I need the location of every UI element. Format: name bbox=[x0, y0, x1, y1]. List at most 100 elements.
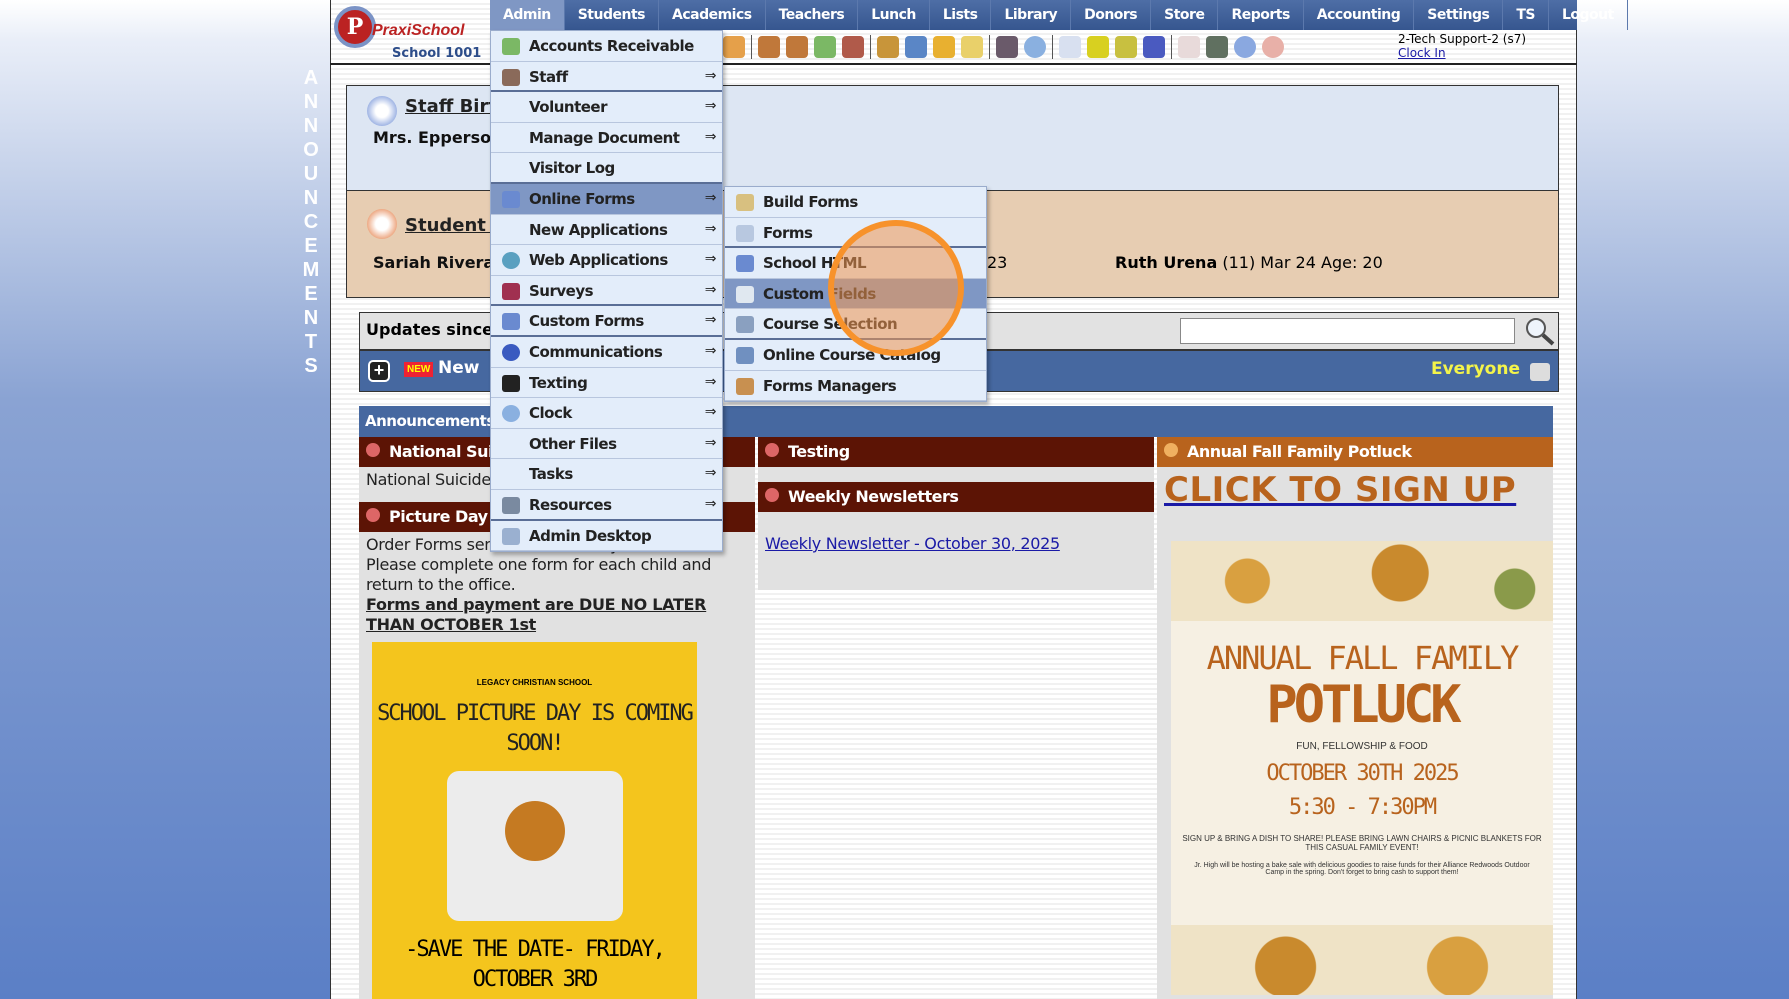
printer-icon[interactable] bbox=[1115, 36, 1137, 58]
list-icon bbox=[736, 316, 754, 334]
vertical-letter: A bbox=[303, 67, 319, 89]
audience-filter[interactable]: Everyone bbox=[1431, 359, 1520, 379]
teacher-icon[interactable] bbox=[996, 36, 1018, 58]
menu-item-new-applications[interactable]: New Applications ⇒ bbox=[491, 215, 722, 246]
bell-icon[interactable] bbox=[933, 36, 955, 58]
leaves-decoration bbox=[1171, 925, 1553, 995]
menu-item-build-forms[interactable]: Build Forms bbox=[725, 187, 986, 218]
menu-item-label: Web Applications bbox=[529, 251, 668, 270]
cash-register-icon[interactable] bbox=[1206, 36, 1228, 58]
nav-tab-ts[interactable]: TS bbox=[1503, 0, 1549, 30]
menu-item-admin-desktop[interactable]: Admin Desktop bbox=[491, 521, 722, 552]
menu-item-label: Custom Forms bbox=[529, 312, 644, 331]
add-staff-icon[interactable] bbox=[758, 36, 780, 58]
menu-item-texting[interactable]: Texting ⇒ bbox=[491, 368, 722, 399]
nav-tab-library[interactable]: Library bbox=[991, 0, 1072, 30]
pdf-icon[interactable] bbox=[1178, 36, 1200, 58]
menu-item-resources[interactable]: Resources ⇒ bbox=[491, 490, 722, 521]
menu-item-visitor-log[interactable]: Visitor Log bbox=[491, 153, 722, 184]
staff-birthday-icon bbox=[367, 96, 397, 126]
menu-item-clock[interactable]: Clock ⇒ bbox=[491, 398, 722, 429]
note-export-icon[interactable] bbox=[961, 36, 983, 58]
announcement-header-weekly-newsletters[interactable]: Weekly Newsletters bbox=[758, 482, 1154, 512]
toolbar bbox=[723, 32, 1284, 62]
vertical-letter: T bbox=[304, 331, 318, 353]
announcement-header-testing[interactable]: Testing bbox=[758, 437, 1154, 467]
nav-tab-teachers[interactable]: Teachers bbox=[766, 0, 859, 30]
poster-date: OCTOBER 30TH 2025 bbox=[1266, 761, 1459, 786]
announcement-body bbox=[758, 467, 1154, 482]
search-input[interactable] bbox=[1180, 318, 1515, 344]
alert-icon[interactable] bbox=[1262, 36, 1284, 58]
nav-tab-lists[interactable]: Lists bbox=[930, 0, 992, 30]
toolbar-separator bbox=[870, 35, 871, 59]
money-icon[interactable] bbox=[814, 36, 836, 58]
nav-tab-admin[interactable]: Admin bbox=[490, 0, 565, 30]
vertical-letter: N bbox=[303, 307, 319, 329]
nav-tab-donors[interactable]: Donors bbox=[1071, 0, 1152, 30]
menu-item-online-course-catalog[interactable]: Online Course Catalog bbox=[725, 340, 986, 371]
clock-in-link[interactable]: Clock In bbox=[1398, 46, 1526, 60]
vertical-letter: S bbox=[304, 355, 318, 377]
vertical-letter: N bbox=[303, 187, 319, 209]
nav-tab-settings[interactable]: Settings bbox=[1414, 0, 1504, 30]
calculator-icon[interactable] bbox=[1059, 36, 1081, 58]
announcement-header-potluck[interactable]: Annual Fall Family Potluck bbox=[1157, 437, 1553, 467]
menu-item-web-applications[interactable]: Web Applications ⇒ bbox=[491, 245, 722, 276]
menu-item-online-forms[interactable]: Online Forms ⇒ bbox=[491, 183, 722, 215]
submenu-arrow-icon: ⇒ bbox=[704, 128, 717, 145]
add-icon[interactable]: + bbox=[368, 360, 390, 382]
alarm-clock-icon[interactable] bbox=[1024, 36, 1046, 58]
help-icon[interactable] bbox=[1234, 36, 1256, 58]
nav-tab-students[interactable]: Students bbox=[565, 0, 659, 30]
desktop-icon bbox=[502, 527, 520, 545]
menu-item-forms-managers[interactable]: Forms Managers bbox=[725, 371, 986, 402]
menu-item-manage-document[interactable]: Manage Document ⇒ bbox=[491, 123, 722, 154]
menu-item-label: Manage Document bbox=[529, 128, 680, 147]
poster-title: ANNUAL FALL FAMILY bbox=[1206, 639, 1520, 677]
menu-item-label: Volunteer bbox=[529, 98, 608, 117]
newsletter-link[interactable]: Weekly Newsletter - October 30, 2025 bbox=[765, 534, 1060, 553]
menu-item-surveys[interactable]: Surveys ⇒ bbox=[491, 276, 722, 307]
custom-fields-icon bbox=[736, 285, 754, 303]
submenu-arrow-icon: ⇒ bbox=[704, 373, 717, 390]
megaphone-icon[interactable] bbox=[723, 36, 745, 58]
submenu-arrow-icon: ⇒ bbox=[704, 98, 717, 115]
search-icon[interactable] bbox=[1522, 315, 1556, 347]
menu-item-other-files[interactable]: Other Files ⇒ bbox=[491, 429, 722, 460]
praxischool-logo[interactable]: P PraxiSchool School 1001 bbox=[334, 6, 484, 62]
nav-tab-academics[interactable]: Academics bbox=[659, 0, 766, 30]
print-icon[interactable] bbox=[1530, 363, 1550, 381]
announcement-title: Annual Fall Family Potluck bbox=[1187, 442, 1412, 461]
menu-item-tasks[interactable]: Tasks ⇒ bbox=[491, 459, 722, 490]
lunch-icon[interactable] bbox=[877, 36, 899, 58]
new-label[interactable]: New bbox=[438, 358, 479, 378]
nav-tab-logout[interactable]: Logout bbox=[1549, 0, 1628, 30]
menu-item-accounts-receivable[interactable]: Accounts Receivable bbox=[491, 31, 722, 62]
submenu-arrow-icon: ⇒ bbox=[704, 312, 717, 329]
id-card-icon[interactable] bbox=[1087, 36, 1109, 58]
user-edit-icon bbox=[736, 377, 754, 395]
book-icon[interactable] bbox=[905, 36, 927, 58]
nav-tab-lunch[interactable]: Lunch bbox=[858, 0, 930, 30]
sign-up-link[interactable]: CLICK TO SIGN UP bbox=[1164, 470, 1516, 510]
poster-headline: SCHOOL PICTURE DAY IS COMING SOON! bbox=[377, 701, 694, 756]
user-info: 2-Tech Support-2 (s7) Clock In bbox=[1398, 32, 1526, 60]
vertical-letter: U bbox=[303, 163, 319, 185]
menu-item-custom-forms[interactable]: Custom Forms ⇒ bbox=[491, 306, 722, 337]
menu-item-communications[interactable]: Communications ⇒ bbox=[491, 337, 722, 368]
vertical-letter: M bbox=[302, 259, 320, 281]
menu-item-staff[interactable]: Staff ⇒ bbox=[491, 62, 722, 93]
submenu-arrow-icon: ⇒ bbox=[704, 342, 717, 359]
nav-tab-accounting[interactable]: Accounting bbox=[1304, 0, 1415, 30]
nav-tab-reports[interactable]: Reports bbox=[1218, 0, 1304, 30]
resources-icon bbox=[502, 496, 520, 514]
nav-tab-store[interactable]: Store bbox=[1151, 0, 1219, 30]
menu-item-volunteer[interactable]: Volunteer ⇒ bbox=[491, 92, 722, 123]
family-icon[interactable] bbox=[842, 36, 864, 58]
staff-birthdays-title[interactable]: Staff Birt bbox=[405, 96, 497, 117]
ap-icon[interactable] bbox=[1143, 36, 1165, 58]
submenu-arrow-icon: ⇒ bbox=[704, 67, 717, 84]
staff-icon[interactable] bbox=[786, 36, 808, 58]
student-birthday-name: Sariah Rivera bbox=[373, 253, 495, 272]
